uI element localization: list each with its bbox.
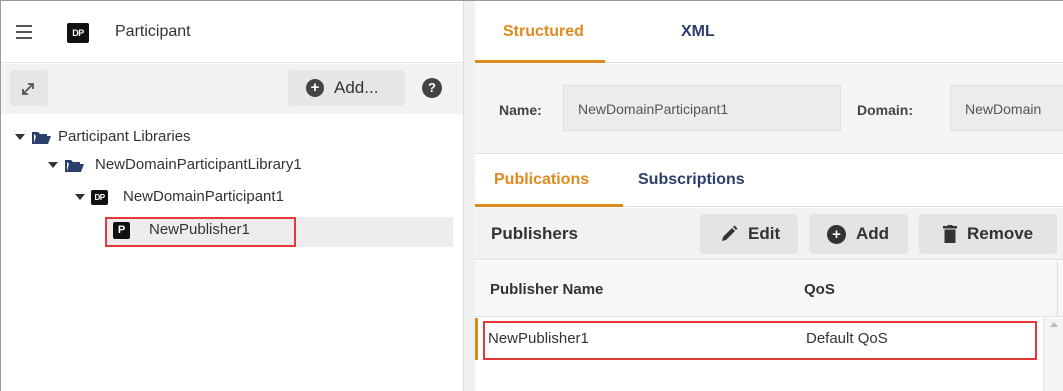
dp-icon: DP <box>67 23 89 43</box>
tree-item-label: Participant Libraries <box>58 128 191 145</box>
tree-item-label: NewDomainParticipantLibrary1 <box>95 156 302 173</box>
participant-tree-panel: DP Participant + Add... ? Participant Li… <box>1 1 463 391</box>
entity-tabs: Publications Subscriptions <box>475 155 1063 207</box>
tree-item-library[interactable]: NewDomainParticipantLibrary1 <box>1 153 461 179</box>
column-divider <box>1057 261 1058 317</box>
participant-fields: Name: NewDomainParticipant1 Domain: NewD… <box>475 64 1063 154</box>
edit-button[interactable]: Edit <box>700 214 798 254</box>
edit-button-label: Edit <box>748 224 781 243</box>
tab-structured[interactable]: Structured <box>503 23 584 41</box>
active-subtab-indicator <box>475 204 623 207</box>
tree-item-participant[interactable]: DP NewDomainParticipant1 <box>1 185 461 211</box>
name-field[interactable]: NewDomainParticipant1 <box>563 85 841 131</box>
expand-button[interactable] <box>10 70 48 106</box>
app-window: DP Participant + Add... ? Participant Li… <box>0 0 1063 391</box>
highlight-annotation <box>483 321 1037 360</box>
detail-panel: Structured XML Name: NewDomainParticipan… <box>475 1 1063 391</box>
active-tab-indicator <box>475 60 605 63</box>
panel-header: DP Participant <box>1 1 463 63</box>
domain-label: Domain: <box>857 102 913 118</box>
column-header-qos[interactable]: QoS <box>804 281 835 298</box>
domain-field[interactable]: NewDomain <box>950 85 1063 131</box>
caret-down-icon[interactable] <box>15 134 25 140</box>
caret-down-icon[interactable] <box>75 194 85 200</box>
tree-item-participant-libraries[interactable]: Participant Libraries <box>1 125 461 151</box>
name-label: Name: <box>499 102 542 118</box>
folder-open-icon <box>65 160 84 172</box>
menu-icon[interactable] <box>16 25 32 39</box>
tab-publications[interactable]: Publications <box>494 171 589 189</box>
folder-open-icon <box>32 132 51 144</box>
row-selection-indicator <box>475 318 478 360</box>
pane-splitter[interactable] <box>463 1 475 391</box>
caret-down-icon[interactable] <box>48 162 58 168</box>
scroll-up-arrow-icon[interactable] <box>1050 322 1058 327</box>
tab-subscriptions[interactable]: Subscriptions <box>638 171 745 189</box>
highlight-annotation <box>105 217 296 247</box>
help-icon[interactable]: ? <box>422 78 442 98</box>
add-button-label: Add <box>856 224 890 243</box>
add-button-label: Add... <box>334 78 379 97</box>
add-publisher-button[interactable]: + Add <box>809 214 908 254</box>
plus-circle-icon: + <box>306 79 324 97</box>
add-button[interactable]: + Add... <box>288 70 405 106</box>
remove-button-label: Remove <box>967 224 1034 243</box>
tab-xml[interactable]: XML <box>681 23 715 41</box>
panel-title: Participant <box>115 23 191 40</box>
column-header-publisher-name[interactable]: Publisher Name <box>490 281 603 298</box>
publishers-table-header: Publisher Name QoS <box>475 261 1063 317</box>
publishers-toolbar: Publishers Edit + Add Remove <box>475 208 1063 260</box>
remove-button[interactable]: Remove <box>919 214 1057 254</box>
view-tabs: Structured XML <box>475 1 1063 63</box>
publishers-title: Publishers <box>491 224 578 243</box>
tree-item-label: NewDomainParticipant1 <box>123 188 284 205</box>
trash-icon <box>943 225 957 243</box>
plus-circle-icon: + <box>827 225 846 244</box>
pencil-icon <box>722 225 738 241</box>
tree-toolbar: + Add... ? <box>1 64 463 114</box>
expand-icon <box>22 83 34 95</box>
table-scrollbar[interactable] <box>1043 318 1063 391</box>
dp-icon: DP <box>91 190 108 205</box>
